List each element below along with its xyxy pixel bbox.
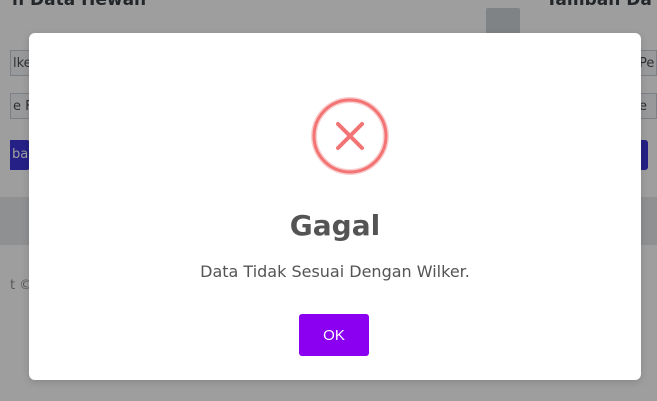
dialog-title: Gagal xyxy=(289,209,381,242)
ok-button[interactable]: OK xyxy=(299,314,369,356)
alert-dialog: Gagal Data Tidak Sesuai Dengan Wilker. O… xyxy=(29,33,641,380)
dialog-message: Data Tidak Sesuai Dengan Wilker. xyxy=(200,262,470,281)
error-x-circle-icon xyxy=(311,97,389,175)
